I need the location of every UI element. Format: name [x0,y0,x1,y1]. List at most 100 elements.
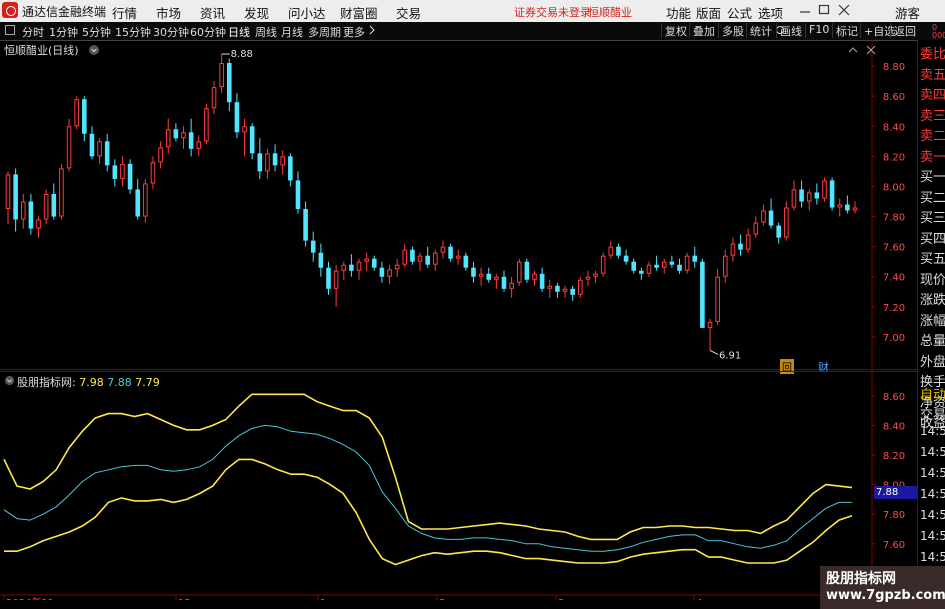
menu-discover[interactable]: 发现 [244,3,269,22]
candle-body [448,246,453,259]
tab-60min[interactable]: 60分钟 [190,24,226,40]
candle-body [288,156,293,181]
candle-body [280,156,285,166]
title-bar: 通达信金融终端 行情 市场 资讯 发现 问小达 财富圈 交易 证券交易未登录 恒… [0,0,945,22]
candle-body [722,255,728,277]
candle-body [387,269,392,277]
candle-body [829,180,835,208]
tab-multi-period[interactable]: 多周期 [308,24,341,40]
tab-monthly[interactable]: 月线 [281,24,303,40]
tab-1min[interactable]: 1分钟 [49,24,78,40]
price-tick-label: 7.80 [883,213,905,224]
orderbook-label-11: 现价 [920,272,945,288]
candle-body [463,255,469,268]
tab-timeshare[interactable]: 分时 [22,24,44,40]
orderbook-label-2: 卖四 [920,88,945,103]
back-button[interactable]: 返回 [890,23,919,38]
menu-functions[interactable]: 功能 [666,3,691,22]
menu-options[interactable]: 选项 [758,3,783,22]
candle-body [394,264,400,270]
tab-5min[interactable]: 5分钟 [82,24,111,40]
menu-layout[interactable]: 版面 [696,3,721,22]
candle-body [593,273,598,277]
main-chart-title: 恒顺醋业(日线) [4,44,79,57]
multi-stock-button[interactable]: 多股 [718,23,747,38]
candle-body [242,126,247,133]
candle-body [669,261,675,265]
price-tick-label: 7.40 [883,273,905,284]
candle-body [410,249,415,262]
candle-body [51,193,57,217]
tab-15min[interactable]: 15分钟 [115,24,151,40]
chevron-right-icon[interactable] [366,24,378,36]
indicator-lower-value: 7.79 [135,376,160,389]
candle-body [814,192,820,199]
menu-market[interactable]: 市场 [156,3,181,22]
candle-body [104,141,110,166]
menu-formula[interactable]: 公式 [727,3,752,22]
current-stock-name[interactable]: 恒顺醋业 [588,4,632,20]
low-price-label: 6.91 [719,350,741,361]
app-name: 通达信金融终端 [22,5,107,19]
candle-body [196,141,202,149]
candle-body [806,192,812,202]
candle-body [837,204,843,208]
candle-body [700,261,705,328]
candle-body [120,163,125,179]
current-value-label: 7.88 [874,486,918,499]
candle-body [608,246,614,256]
candle-body [364,258,369,262]
adjust-button[interactable]: 复权 [661,23,690,38]
candle-body [59,168,64,217]
candlestick-chart[interactable]: 8.80 8.60 8.40 8.20 8.00 7.80 7.60 7.40 7.20 7.00… [0,40,917,370]
overlay-button[interactable]: 叠加 [689,23,718,38]
minimize-icon[interactable] [797,0,813,20]
candle-body [524,261,530,280]
login-status[interactable]: 证券交易未登录 [514,4,591,20]
menu-news[interactable]: 资讯 [200,3,225,22]
mark-button[interactable]: 标记 [832,23,861,38]
candle-body [112,165,118,179]
candle-body [784,207,789,238]
menu-market-quotes[interactable]: 行情 [112,3,137,22]
indicator-settings-icon[interactable] [4,375,15,386]
orderbook-label-9: 买四 [920,231,945,247]
menu-trade[interactable]: 交易 [396,3,421,22]
candle-body [547,285,553,289]
candle-body [379,267,385,277]
menu-ask-xiaoda[interactable]: 问小达 [288,3,326,22]
trade-toggle[interactable]: 交易 [920,404,945,423]
chevron-down-icon[interactable] [88,44,100,56]
tab-daily[interactable]: 日线 [228,24,250,40]
menu-wealth-circle[interactable]: 财富圈 [340,3,378,22]
trade-time-4: 14:56 [920,508,945,522]
statistics-button[interactable]: 统计 [746,23,775,38]
candle-body [326,267,331,289]
maximize-icon[interactable] [816,0,832,20]
indicator-name: 股朋指标网 [17,376,72,389]
candle-body [417,255,423,262]
price-tick-label: 8.80 [883,62,905,73]
candle-body [188,132,194,149]
tab-weekly[interactable]: 周线 [255,24,277,40]
f10-button[interactable]: F10 [805,23,832,38]
close-icon[interactable] [836,0,852,20]
candle-body [66,126,72,169]
candle-body [623,255,629,262]
candle-body [310,240,316,253]
chevron-up-icon[interactable] [847,44,859,56]
candle-body [295,180,301,210]
close-panel-icon[interactable] [865,44,877,56]
candle-body [425,255,430,265]
menu-toggle-icon[interactable] [4,24,16,36]
indicator-chart[interactable]: 8.608.408.208.007.807.602024年11121234 [0,371,917,600]
draw-line-button[interactable]: 画线 [776,23,805,38]
price-tick-label: 8.40 [883,122,905,133]
tab-more[interactable]: 更多 [343,24,365,40]
candle-body [303,209,308,241]
guest-user[interactable]: 游客 [895,3,920,22]
trade-time-0: 14:56 [920,424,945,438]
candle-body [211,87,217,109]
tab-30min[interactable]: 30分钟 [153,24,189,40]
auto-trade-toggle[interactable]: 自动 [920,384,945,403]
